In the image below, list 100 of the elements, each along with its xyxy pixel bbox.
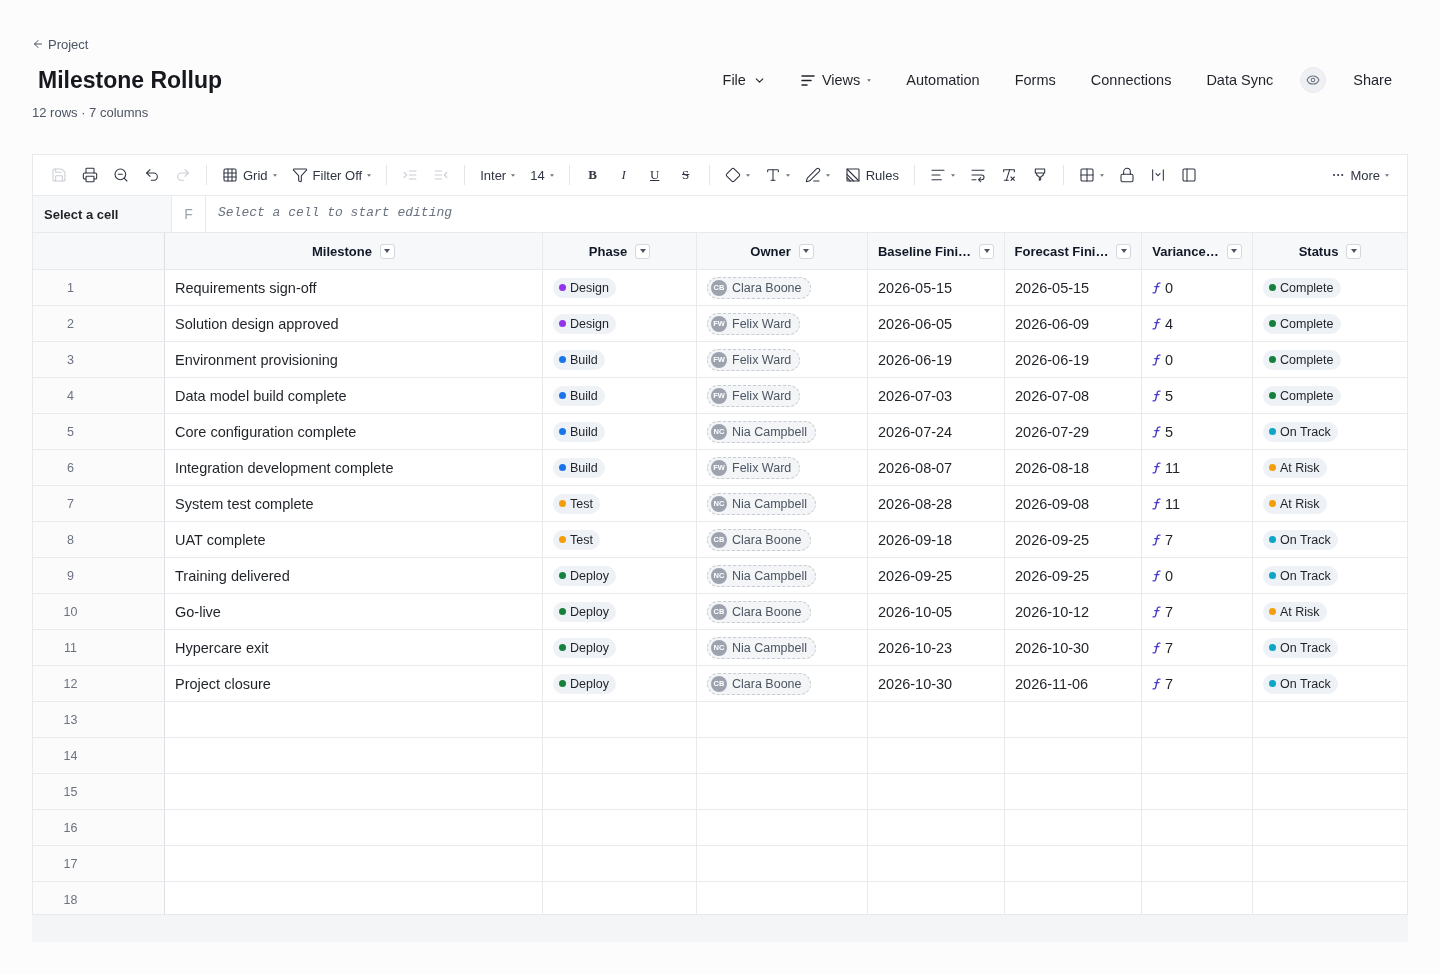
- milestone-cell: Hypercare exit: [175, 639, 269, 656]
- owner-name: Clara Boone: [732, 532, 802, 547]
- font-size-select[interactable]: 14: [524, 161, 560, 189]
- variance-value: 11: [1165, 459, 1181, 476]
- owner-name: Felix Ward: [732, 460, 792, 475]
- date-cell: 2026-10-30: [878, 675, 953, 692]
- variance-value: 4: [1165, 315, 1174, 332]
- owner-name: Clara Boone: [732, 280, 802, 295]
- phase-label: Deploy: [570, 640, 609, 655]
- caret-down-icon: [803, 249, 810, 253]
- column-header: Status: [1298, 243, 1339, 259]
- caret-down-icon: [1385, 173, 1389, 177]
- status-label: At Risk: [1280, 604, 1320, 619]
- rules-button[interactable]: Rules: [838, 161, 905, 189]
- filter-menu[interactable]: Filter Off: [285, 161, 378, 189]
- formula-icon: [1152, 317, 1161, 330]
- italic-button[interactable]: I: [609, 161, 638, 189]
- phase-label: Deploy: [570, 604, 609, 619]
- date-cell: 2026-07-29: [1015, 423, 1090, 440]
- milestone-cell: Requirements sign-off: [175, 279, 317, 296]
- column-menu-button[interactable]: [1346, 243, 1362, 259]
- formula-icon: [1152, 281, 1161, 294]
- column-header: Phase: [588, 243, 628, 259]
- caret-down-icon: [745, 173, 750, 177]
- caret-down-icon: [1099, 173, 1104, 177]
- milestone-cell: Integration development complete: [175, 459, 394, 476]
- status-label: Complete: [1280, 352, 1334, 367]
- caret-down-icon: [639, 249, 646, 253]
- bold-button[interactable]: B: [578, 161, 607, 189]
- more-button[interactable]: More: [1325, 161, 1395, 189]
- page-title: Milestone Rollup: [37, 66, 222, 95]
- underline-button[interactable]: U: [640, 161, 669, 189]
- caret-down-icon: [785, 173, 790, 177]
- caret-down-icon: [272, 173, 277, 177]
- owner-name: Nia Campbell: [732, 424, 808, 439]
- font-family-select[interactable]: Inter: [474, 161, 522, 189]
- date-cell: 2026-06-05: [878, 315, 953, 332]
- filter-icon: [291, 167, 308, 183]
- column-menu-button[interactable]: [1226, 243, 1242, 259]
- status-label: At Risk: [1280, 460, 1320, 475]
- nav-link[interactable]: Share: [1353, 66, 1392, 94]
- date-cell: 2026-09-08: [1015, 495, 1090, 512]
- eye-button[interactable]: [1300, 67, 1327, 93]
- nav-link[interactable]: Connections: [1090, 66, 1172, 94]
- row-number: 1: [67, 280, 74, 295]
- owner-name: Felix Ward: [732, 316, 792, 331]
- owner-name: Nia Campbell: [732, 496, 808, 511]
- status-label: Complete: [1280, 316, 1334, 331]
- menu-button[interactable]: File: [722, 66, 766, 94]
- formula-icon: [1152, 605, 1161, 618]
- formula-icon: [1152, 533, 1161, 546]
- phase-label: Build: [570, 460, 598, 475]
- strikethrough-button[interactable]: S: [671, 161, 700, 189]
- variance-value: 7: [1165, 639, 1174, 656]
- date-cell: 2026-07-03: [878, 387, 953, 404]
- caret-down-icon: [825, 173, 830, 177]
- phase-label: Design: [570, 316, 609, 331]
- milestone-cell: Data model build complete: [175, 387, 347, 404]
- row-number: 3: [67, 352, 74, 367]
- column-menu-button[interactable]: [979, 243, 995, 259]
- column-menu-button[interactable]: [380, 243, 395, 259]
- phase-label: Test: [570, 532, 593, 547]
- date-cell: 2026-08-18: [1015, 459, 1090, 476]
- column-header: Variance…: [1152, 243, 1219, 259]
- column-menu-button[interactable]: [1116, 243, 1132, 259]
- owner-name: Felix Ward: [732, 388, 792, 403]
- row-number: 18: [63, 892, 78, 907]
- caret-down-icon: [549, 173, 554, 177]
- milestone-cell: Training delivered: [175, 567, 290, 584]
- phase-label: Build: [570, 352, 598, 367]
- caret-down-icon: [367, 173, 372, 177]
- date-cell: 2026-07-24: [878, 423, 953, 440]
- row-number: 6: [67, 460, 74, 475]
- nav-link[interactable]: Automation: [906, 66, 980, 94]
- row-number: 10: [63, 604, 78, 619]
- row-number: 12: [63, 676, 78, 691]
- formula-icon: [1152, 425, 1161, 438]
- cell-reference: Select a cell: [33, 196, 172, 232]
- variance-value: 5: [1165, 423, 1174, 440]
- row-number: 7: [67, 496, 74, 511]
- back-link[interactable]: Project: [32, 35, 89, 53]
- eye-icon: [1306, 73, 1321, 87]
- rules-icon: [844, 167, 861, 183]
- nav-link[interactable]: Forms: [1014, 66, 1056, 94]
- table-summary: 12 rows · 7 columns: [32, 104, 150, 122]
- row-number: 16: [63, 820, 78, 835]
- date-cell: 2026-08-07: [878, 459, 953, 476]
- formula-icon: [1152, 569, 1161, 582]
- column-menu-button[interactable]: [798, 243, 814, 259]
- grid-icon: [222, 167, 238, 183]
- status-label: Complete: [1280, 280, 1334, 295]
- formula-icon: [1152, 461, 1161, 474]
- caret-down-icon: [867, 78, 872, 82]
- nav-link[interactable]: Data Sync: [1206, 66, 1274, 94]
- grid-menu[interactable]: Grid: [216, 161, 283, 189]
- views-menu[interactable]: Views: [800, 66, 872, 94]
- status-label: At Risk: [1280, 496, 1320, 511]
- owner-name: Felix Ward: [732, 352, 792, 367]
- column-menu-button[interactable]: [635, 243, 651, 259]
- phase-label: Test: [570, 496, 593, 511]
